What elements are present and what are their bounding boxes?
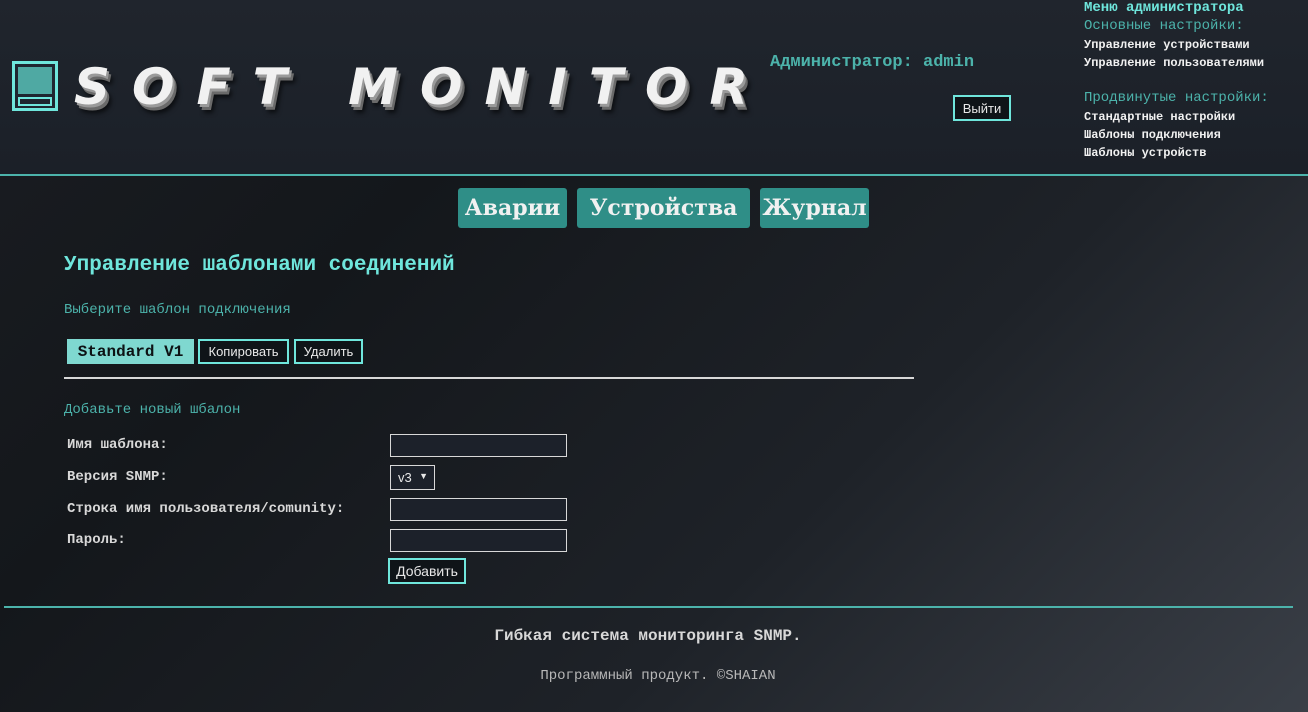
admin-label: Администратор: admin [770, 53, 975, 72]
basic-settings-heading: Основные настройки: [1084, 18, 1244, 34]
footer-tagline: Гибкая система мониторинга SNMP. [494, 627, 802, 645]
password-label: Пароль: [67, 532, 126, 548]
add-template-heading: Добавьте новый шбалон [64, 402, 241, 418]
password-input[interactable] [390, 529, 567, 552]
user-community-input[interactable] [390, 498, 567, 521]
menu-link-manage-users[interactable]: Управление пользователями [1084, 56, 1264, 70]
select-template-heading: Выберите шаблон подключения [64, 302, 291, 318]
delete-button[interactable]: Удалить [294, 339, 363, 364]
template-name-input[interactable] [390, 434, 567, 457]
monitor-icon [12, 61, 58, 111]
copy-button[interactable]: Копировать [198, 339, 289, 364]
user-community-label: Строка имя пользователя/comunity: [67, 501, 345, 517]
divider [64, 377, 914, 379]
page-title: Управление шаблонами соединений [64, 254, 455, 277]
page-header: SOFT MONITOR Администратор: admin Выйти … [0, 0, 1308, 176]
admin-menu-title: Меню администратора [1084, 0, 1244, 16]
add-button[interactable]: Добавить [388, 558, 466, 584]
template-name-label: Имя шаблона: [67, 437, 168, 453]
nav-devices[interactable]: Устройства [577, 188, 750, 228]
menu-link-device-templates[interactable]: Шаблоны устройств [1084, 146, 1206, 160]
snmp-version-value: v3 [398, 470, 412, 485]
menu-link-manage-devices[interactable]: Управление устройствами [1084, 38, 1250, 52]
advanced-settings-heading: Продвинутые настройки: [1084, 90, 1269, 106]
template-standard-v1[interactable]: Standard V1 [67, 339, 194, 364]
nav-alarms[interactable]: Аварии [458, 188, 567, 228]
menu-link-connection-templates[interactable]: Шаблоны подключения [1084, 128, 1221, 142]
menu-link-standard-settings[interactable]: Стандартные настройки [1084, 110, 1235, 124]
dropdown-arrow-icon: ▼ [419, 471, 428, 481]
nav-journal[interactable]: Журнал [760, 188, 869, 228]
logout-button[interactable]: Выйти [953, 95, 1011, 121]
logo-text: SOFT MONITOR [74, 58, 771, 116]
footer-divider [4, 606, 1293, 608]
snmp-version-select[interactable]: v3 ▼ [390, 465, 435, 490]
snmp-version-label: Версия SNMP: [67, 469, 168, 485]
footer-copyright: Программный продукт. ©SHAIAN [540, 668, 776, 684]
